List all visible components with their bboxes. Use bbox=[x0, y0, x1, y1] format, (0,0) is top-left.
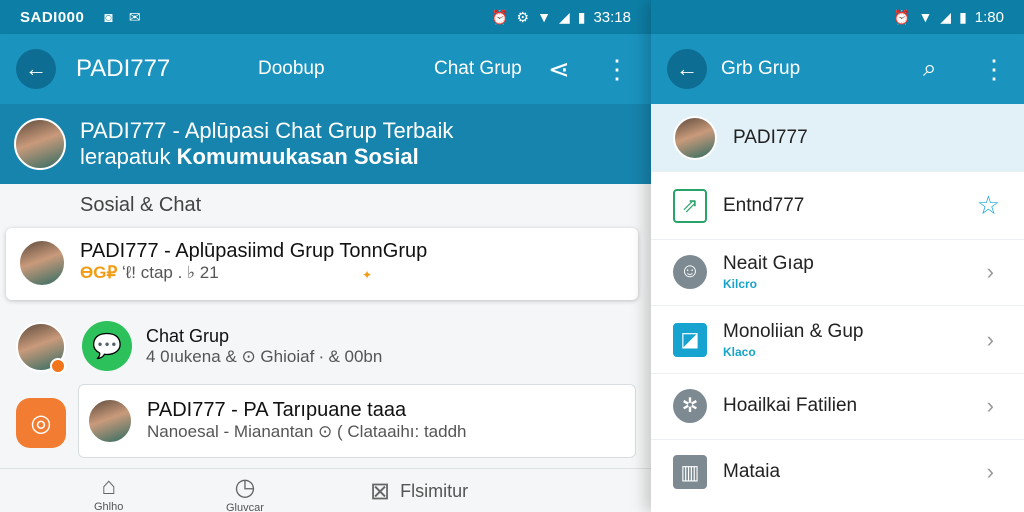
avatar bbox=[18, 239, 66, 287]
nav-item-inbox[interactable]: ⊠ Flsimitur bbox=[370, 477, 468, 506]
inbox-icon: ⊠ bbox=[370, 478, 391, 505]
left-screen: SADI000 ◙ ✉ ⏰ ⚙ ▼ ◢ ▮ 33:18 ← PADI777 Do… bbox=[0, 0, 651, 512]
chevron-right-icon: › bbox=[986, 459, 994, 484]
group-row-monoliian[interactable]: ◪ Monoliian & Gup Klaco › bbox=[651, 306, 1024, 374]
instagram-icon[interactable]: ◎ bbox=[16, 398, 66, 448]
status-bar: SADI000 ◙ ✉ ⏰ ⚙ ▼ ◢ ▮ 33:18 bbox=[0, 0, 651, 34]
bar-chart-icon: ▥ bbox=[673, 455, 707, 489]
edit-icon: ⇗ bbox=[673, 188, 707, 223]
nav-label: Flsimitur bbox=[400, 481, 469, 501]
banner-line-2-bold: Komumuukasan Sosial bbox=[176, 144, 419, 169]
carrier-label: SADI000 bbox=[20, 8, 85, 26]
signal-icon: ◢ bbox=[558, 8, 570, 25]
nav-label: Gluvcar bbox=[226, 502, 264, 512]
signal-icon: ◢ bbox=[940, 8, 952, 25]
list-item[interactable]: 💬 Chat Grup 4 0ıukena & ⊙ Ghioiaf ∙ & 00… bbox=[82, 321, 382, 371]
battery-icon: ▮ bbox=[959, 8, 967, 25]
clock: 33:18 bbox=[593, 8, 631, 26]
group-row-hoailkai[interactable]: ✲ Hoailkai Fatilien › bbox=[651, 372, 1024, 440]
back-arrow-icon: ← bbox=[676, 56, 698, 81]
bottom-nav: ⌂ Ghlho ◷ Gluvcar ⊠ Flsimitur bbox=[0, 468, 651, 512]
row-title: Hoailkai Fatilien bbox=[723, 394, 858, 416]
alarm-icon: ⏰ bbox=[893, 8, 911, 25]
row-title: Mataia bbox=[723, 461, 781, 482]
app-bar: ← PADI777 Doobup Chat Grup ⋖ ⋮ bbox=[0, 34, 651, 104]
online-badge-icon bbox=[50, 358, 66, 374]
group-row-mataia[interactable]: ▥ Mataia › bbox=[651, 438, 1024, 506]
wifi-icon: ▼ bbox=[537, 9, 551, 25]
more-options-icon[interactable]: ⋮ bbox=[604, 54, 630, 85]
right-screen: ⏰ ▼ ◢ ▮ 1:80 ← Grb Grup ⌕ ⋮ PADI777 ⇗ En… bbox=[651, 0, 1024, 512]
avatar bbox=[87, 398, 133, 444]
screen-title: Grb Grup bbox=[721, 58, 801, 79]
tab-doobup[interactable]: Doobup bbox=[258, 58, 325, 80]
share-icon[interactable]: ⋖ bbox=[548, 54, 570, 85]
chevron-right-icon: › bbox=[986, 326, 994, 352]
back-button[interactable]: ← bbox=[16, 49, 56, 89]
settings-icon: ⚙ bbox=[516, 8, 530, 25]
card-title: PADI777 - PA Tarıpuane taaa bbox=[147, 399, 407, 421]
featured-badge: ӨԌ₽ bbox=[80, 263, 118, 282]
row-title: Entnd777 bbox=[723, 194, 805, 216]
card-subtitle: Nanoesal - Mianantan ⊙ ( Clataaihı: tadd… bbox=[147, 422, 467, 441]
row-title: Neait Gıap bbox=[723, 252, 814, 274]
nav-item-clock[interactable]: ◷ Gluvcar bbox=[226, 473, 264, 512]
banner-line-2-prefix: lerapatuk bbox=[80, 144, 177, 169]
clock-icon: ◷ bbox=[234, 474, 256, 501]
wifi-icon: ▼ bbox=[918, 9, 933, 25]
chevron-right-icon: › bbox=[986, 392, 994, 418]
sparkle-icon: ✦ bbox=[362, 268, 373, 282]
chart-icon: ◪ bbox=[673, 322, 707, 357]
banner-line-1: PADI777 - Aplūpasi Chat Grup Terbaik bbox=[80, 118, 454, 143]
settings-icon: ✲ bbox=[673, 388, 707, 423]
nav-item-home[interactable]: ⌂ Ghlho bbox=[94, 473, 123, 512]
group-row-padi777[interactable]: PADI777 bbox=[651, 104, 1024, 172]
chevron-right-icon: › bbox=[986, 258, 994, 284]
row-subtitle: Klaco bbox=[723, 344, 756, 359]
row-subtitle: Kilcro bbox=[723, 276, 758, 291]
home-icon: ⌂ bbox=[101, 473, 116, 500]
featured-title: PADI777 - Aplūpasiimd Grup TonnGrup bbox=[80, 240, 428, 262]
app-bar: ← Grb Grup ⌕ ⋮ bbox=[651, 34, 1024, 104]
clock: 1:80 bbox=[974, 8, 1004, 26]
app-notification-icon: ◙ bbox=[104, 9, 113, 25]
search-icon[interactable]: ⌕ bbox=[923, 55, 936, 83]
avatar bbox=[14, 118, 66, 170]
chat-bubble-icon: 💬 bbox=[82, 321, 132, 371]
row-title: Monoliian & Gup bbox=[723, 320, 864, 342]
status-bar: ⏰ ▼ ◢ ▮ 1:80 bbox=[651, 0, 1024, 34]
battery-icon: ▮ bbox=[577, 8, 586, 25]
featured-subtitle: ʻℓ! ctap . ♭ 21 bbox=[122, 263, 219, 282]
mail-icon: ✉ bbox=[128, 8, 141, 25]
chat-item-subtitle: 4 0ıukena & ⊙ Ghioiaf ∙ & 00bn bbox=[146, 346, 383, 366]
more-options-icon[interactable]: ⋮ bbox=[981, 54, 1007, 85]
row-title: PADI777 bbox=[733, 126, 808, 148]
tab-chat-grup[interactable]: Chat Grup bbox=[434, 58, 522, 80]
robot-icon: ☺ bbox=[673, 254, 707, 289]
promo-banner[interactable]: PADI777 - Aplūpasi Chat Grup Terbaik ler… bbox=[0, 104, 651, 184]
chat-item-title: Chat Grup bbox=[146, 325, 230, 346]
star-outline-icon[interactable]: ☆ bbox=[977, 190, 1000, 221]
group-row-entnd777[interactable]: ⇗ Entnd777 ☆ bbox=[651, 172, 1024, 240]
chat-card[interactable]: PADI777 - PA Tarıpuane taaa Nanoesal - M… bbox=[78, 384, 636, 458]
nav-label: Ghlho bbox=[94, 501, 124, 512]
featured-card[interactable]: PADI777 - Aplūpasiimd Grup TonnGrup ӨԌ₽ … bbox=[6, 228, 638, 300]
app-title: PADI777 bbox=[76, 55, 171, 82]
avatar bbox=[673, 115, 717, 160]
group-row-neait-giap[interactable]: ☺ Neait Gıap Kilcro › bbox=[651, 238, 1024, 306]
alarm-icon: ⏰ bbox=[491, 8, 509, 25]
back-arrow-icon: ← bbox=[25, 56, 47, 81]
back-button[interactable]: ← bbox=[667, 49, 707, 89]
section-label: Sosial & Chat bbox=[80, 194, 202, 216]
